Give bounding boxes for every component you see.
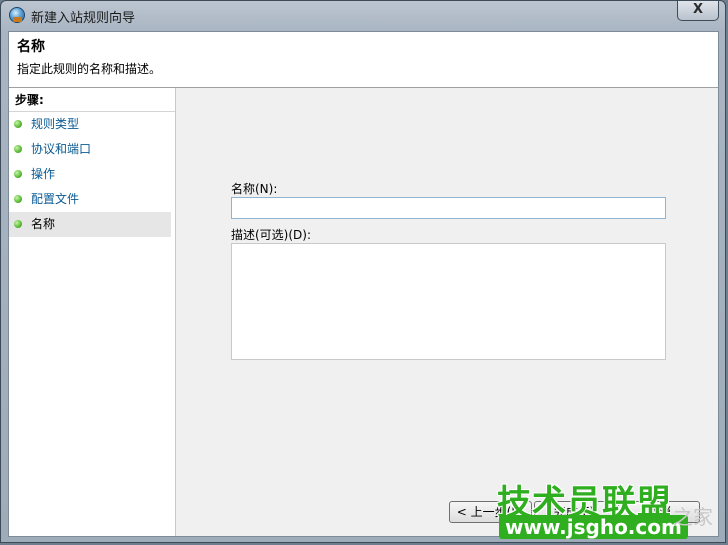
green-bullet-icon <box>14 195 22 203</box>
step-profile[interactable]: 配置文件 <box>9 187 171 212</box>
step-label: 名称 <box>31 217 56 231</box>
window-title: 新建入站规则向导 <box>31 11 136 26</box>
wizard-window: 新建入站规则向导 X 名称 指定此规则的名称和描述。 步骤: 规则类型 协议和端… <box>0 0 726 543</box>
cancel-button[interactable]: 取消 <box>618 501 700 523</box>
firewall-app-icon <box>9 7 25 23</box>
title-bar[interactable]: 新建入站规则向导 X <box>1 1 725 31</box>
green-bullet-icon <box>14 120 22 128</box>
name-input[interactable] <box>231 197 666 219</box>
steps-sidebar: 步骤: 规则类型 协议和端口 操作 配置文件 名称 <box>9 88 176 536</box>
step-rule-type[interactable]: 规则类型 <box>9 112 171 137</box>
step-label: 配置文件 <box>31 192 80 206</box>
close-button[interactable]: X <box>677 1 719 21</box>
description-textarea[interactable] <box>231 243 666 360</box>
green-bullet-icon <box>14 220 22 228</box>
wizard-header: 名称 指定此规则的名称和描述。 <box>9 32 718 88</box>
page-description: 指定此规则的名称和描述。 <box>17 62 162 76</box>
green-bullet-icon <box>14 170 22 178</box>
step-name: 名称 <box>9 212 171 237</box>
back-button[interactable]: < 上一步(B) <box>449 501 532 523</box>
page-title: 名称 <box>17 39 45 55</box>
name-label: 名称(N): <box>231 182 278 196</box>
step-action[interactable]: 操作 <box>9 162 171 187</box>
step-label: 协议和端口 <box>31 142 92 156</box>
green-bullet-icon <box>14 145 22 153</box>
step-protocol-and-ports[interactable]: 协议和端口 <box>9 137 171 162</box>
wizard-client-area: 名称 指定此规则的名称和描述。 步骤: 规则类型 协议和端口 操作 配置文件 名… <box>8 31 719 537</box>
step-label: 规则类型 <box>31 117 80 131</box>
description-label: 描述(可选)(D): <box>231 228 312 242</box>
step-label: 操作 <box>31 167 56 181</box>
steps-heading: 步骤: <box>9 88 175 112</box>
finish-button[interactable]: 完成(F) <box>534 501 614 523</box>
